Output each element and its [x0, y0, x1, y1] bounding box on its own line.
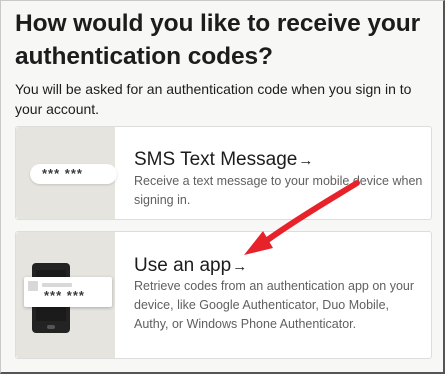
screenshot-frame: How would you like to receive your authe…: [0, 0, 445, 374]
option-use-an-app[interactable]: *** *** Use an app→ Retrieve codes from …: [15, 231, 432, 359]
option-title[interactable]: Use an app→: [134, 254, 247, 279]
option-description: Receive a text message to your mobile de…: [134, 174, 423, 207]
page-heading: How would you like to receive your authe…: [15, 10, 421, 70]
option-description: Retrieve codes from an authentication ap…: [134, 279, 415, 331]
arrow-right-icon: →: [232, 258, 248, 275]
app-illustration: *** ***: [16, 232, 115, 358]
sms-illustration: *** ***: [16, 127, 117, 219]
sms-bubble-icon: *** ***: [30, 164, 117, 184]
intro-text: You will be asked for an authentication …: [15, 81, 412, 117]
sms-code-text: *** ***: [42, 166, 83, 181]
option-title[interactable]: SMS Text Message→: [134, 148, 313, 173]
option-title-text: SMS Text Message: [134, 149, 298, 170]
option-title-text: Use an app: [134, 255, 232, 276]
app-code-text: *** ***: [44, 288, 85, 303]
arrow-right-icon: →: [298, 152, 314, 169]
option-sms-text-message[interactable]: *** *** SMS Text Message→ Receive a text…: [15, 126, 432, 220]
authenticator-card-icon: *** ***: [24, 277, 112, 307]
